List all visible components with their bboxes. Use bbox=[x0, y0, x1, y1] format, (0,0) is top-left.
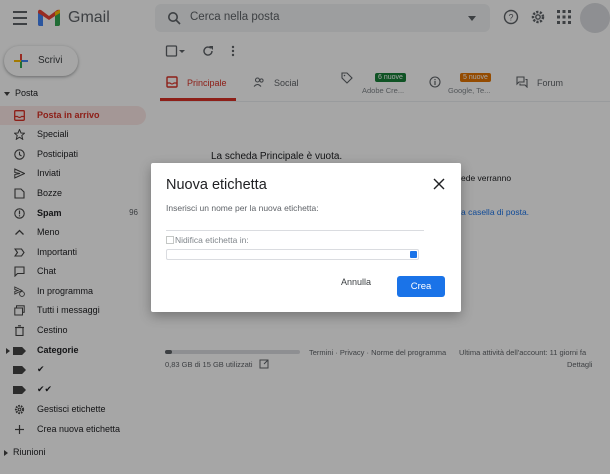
select-arrows-icon bbox=[410, 251, 417, 258]
parent-label-select[interactable] bbox=[166, 249, 419, 260]
nest-label-checkbox[interactable] bbox=[166, 236, 174, 244]
close-icon[interactable] bbox=[433, 178, 445, 190]
label-name-prompt: Inserisci un nome per la nuova etichetta… bbox=[166, 203, 319, 213]
create-button[interactable]: Crea bbox=[397, 276, 445, 297]
nest-label-text: Nidifica etichetta in: bbox=[175, 235, 249, 245]
dialog-title: Nuova etichetta bbox=[166, 177, 267, 193]
new-label-dialog: Nuova etichetta Inserisci un nome per la… bbox=[151, 163, 461, 312]
cancel-button[interactable]: Annulla bbox=[341, 277, 371, 287]
label-name-input[interactable] bbox=[166, 216, 424, 231]
